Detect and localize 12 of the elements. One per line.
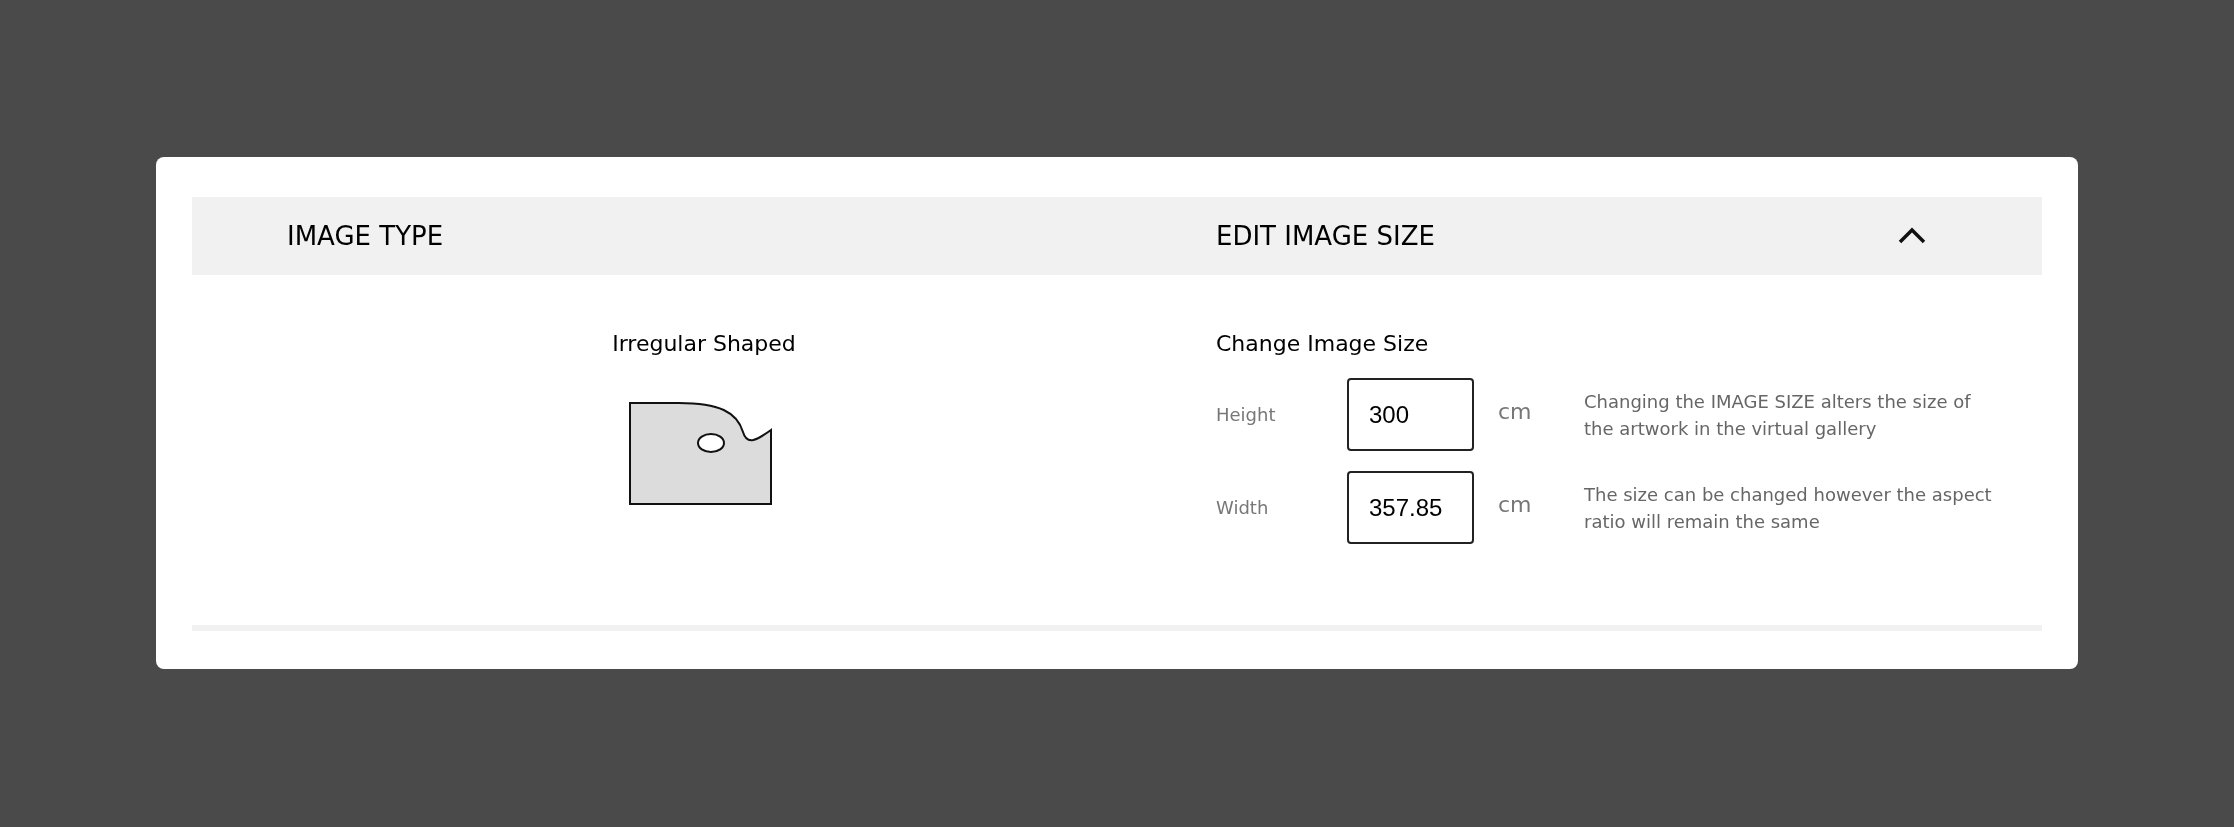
field-label: Width: [1216, 496, 1270, 520]
shape-label: Irregular Shaped: [612, 330, 796, 358]
section-heading: EDIT IMAGE SIZE: [1216, 219, 1435, 253]
section-heading: IMAGE TYPE: [287, 220, 444, 251]
subheading: Change Image Size: [1216, 331, 1429, 356]
size-input[interactable]: 300: [1347, 378, 1474, 451]
help-text: Changing the IMAGE SIZE alters the size of the artwork in the virtual gallery: [1584, 389, 1972, 441]
field-label: Height: [1216, 403, 1277, 427]
size-input[interactable]: 357.85: [1347, 471, 1474, 544]
help-text: The size can be changed however the aspect ratio will remain the same: [1584, 482, 1993, 534]
unit-label: cm: [1498, 398, 1533, 426]
unit-label: cm: [1498, 491, 1533, 519]
